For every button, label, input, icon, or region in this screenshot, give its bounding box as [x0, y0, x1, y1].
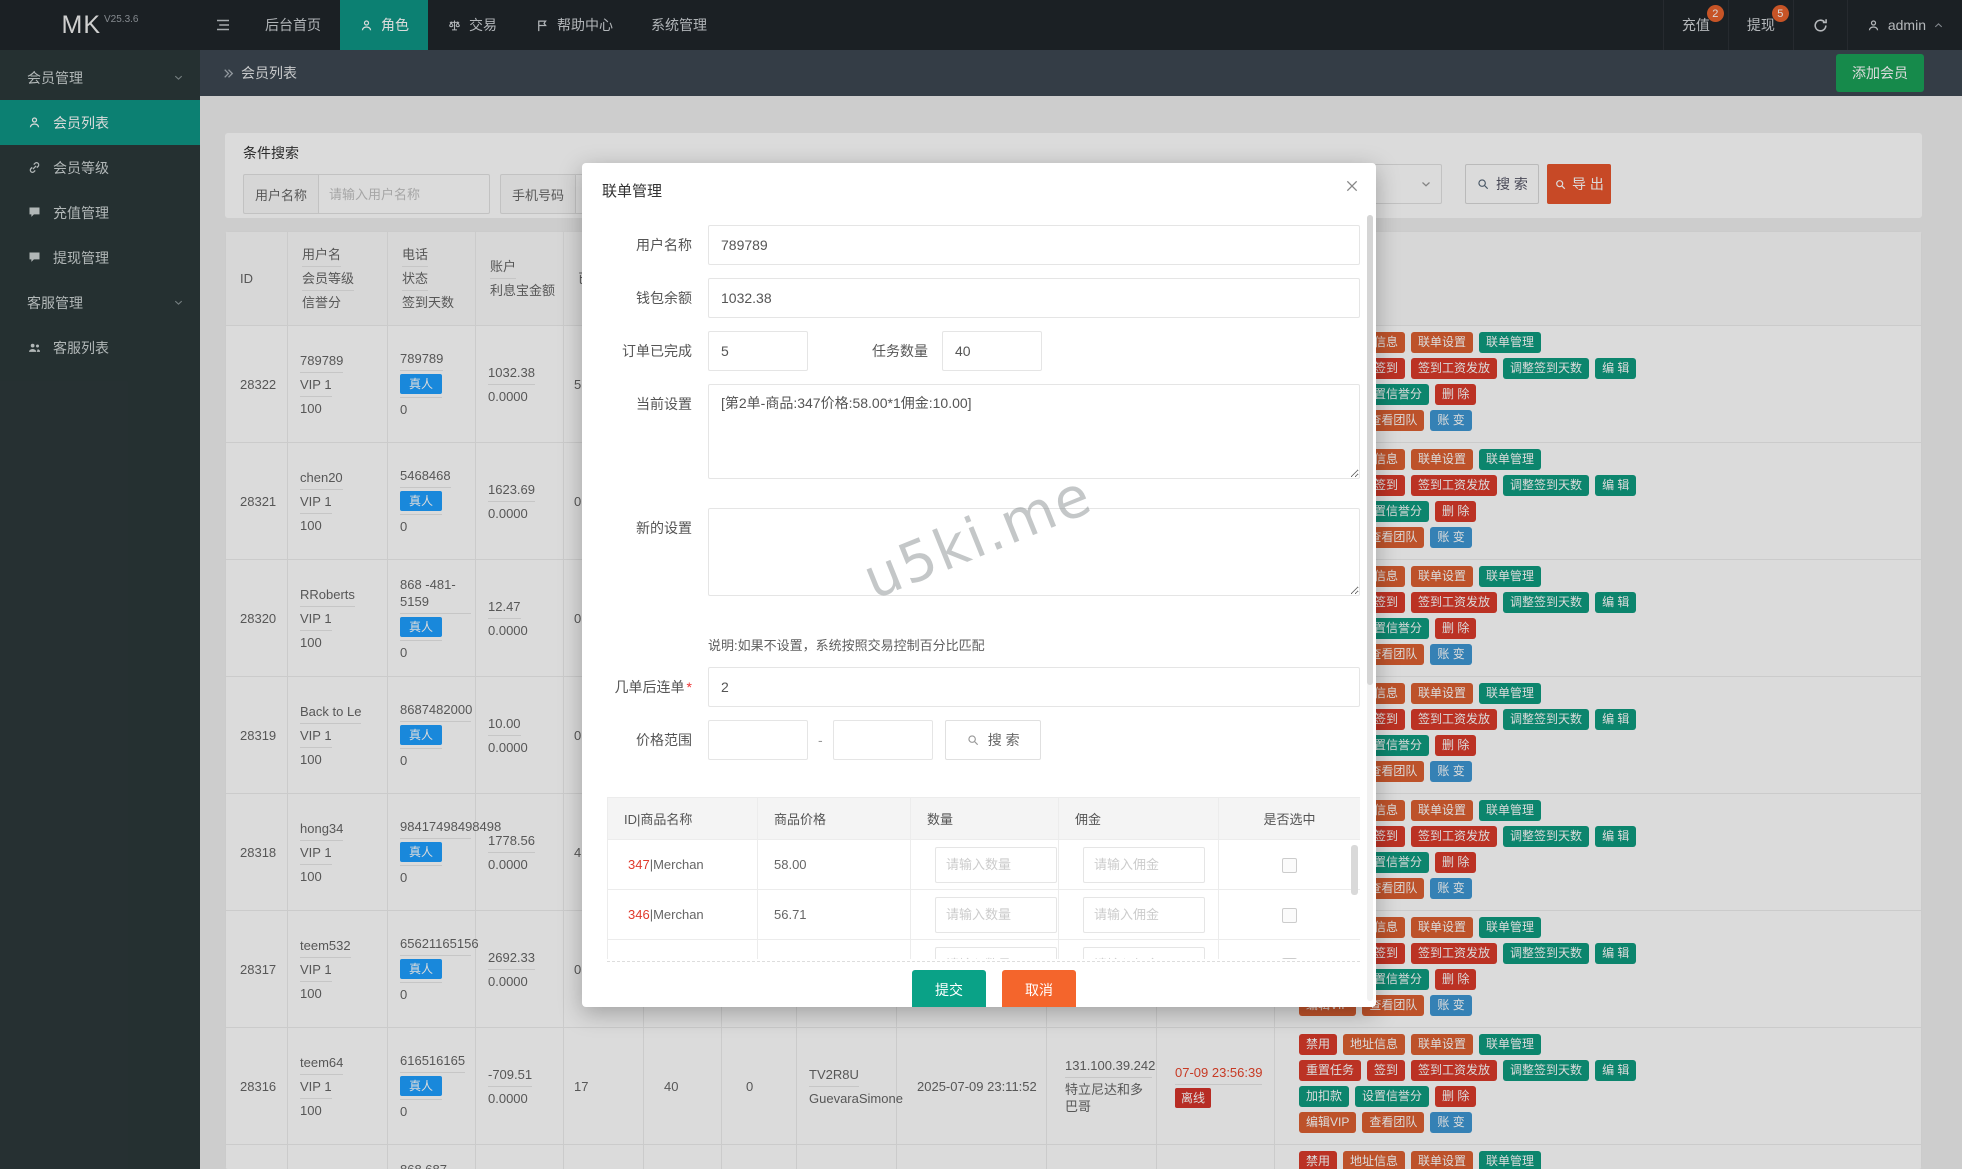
- product-price: 58.00: [757, 839, 911, 890]
- modal-username-field[interactable]: [708, 225, 1360, 265]
- modal-body: 用户名称 钱包余额 订单已完成 任务数量 当前设置 [第2单-商品:347价格:…: [582, 213, 1376, 1007]
- modal-scrollbar[interactable]: [1367, 215, 1373, 1001]
- product-table-wrap: ID|商品名称 商品价格 数量 佣金 是否选中 347|Merchan 58.00…: [607, 797, 1360, 959]
- new-setting-textarea[interactable]: [708, 508, 1360, 596]
- product-table: ID|商品名称 商品价格 数量 佣金 是否选中 347|Merchan 58.00…: [607, 797, 1360, 959]
- product-id-name: 347|Merchan: [607, 839, 758, 890]
- quantity-input[interactable]: [935, 846, 1057, 883]
- modal-orders-done-label: 订单已完成: [622, 343, 692, 359]
- product-id-name: 346|Merchan: [607, 889, 758, 940]
- modal-note-text: 说明:如果不设置，系统按照交易控制百分比匹配: [708, 638, 985, 653]
- modal-price-range-label: 价格范围: [636, 732, 692, 748]
- col-selected: 是否选中: [1218, 797, 1360, 840]
- linked-order-modal: 联单管理 用户名称 钱包余额 订单已完成 任务数量 当前设置 [第2单-商品:3…: [582, 163, 1376, 1007]
- product-id-name: [607, 939, 758, 959]
- col-product-price: 商品价格: [757, 797, 911, 840]
- modal-task-count-label: 任务数量: [872, 343, 928, 359]
- product-row: [607, 939, 1360, 959]
- modal-current-setting-label: 当前设置: [636, 396, 692, 412]
- modal-username-label: 用户名称: [636, 237, 692, 253]
- modal-chain-label: 几单后连单 *: [614, 679, 692, 695]
- col-commission: 佣金: [1058, 797, 1219, 840]
- cancel-button[interactable]: 取消: [1002, 970, 1076, 1007]
- modal-scrollbar-thumb[interactable]: [1367, 215, 1373, 685]
- price-min-field[interactable]: [708, 720, 808, 760]
- price-max-field[interactable]: [832, 720, 933, 760]
- modal-search-icon: [966, 733, 980, 747]
- chain-count-field[interactable]: [708, 667, 1360, 707]
- col-quantity: 数量: [910, 797, 1059, 840]
- quantity-input[interactable]: [935, 896, 1057, 933]
- product-price: [757, 939, 911, 959]
- product-row: 347|Merchan 58.00: [607, 839, 1360, 890]
- price-range-dash: -: [818, 732, 823, 748]
- required-asterisk: *: [686, 679, 692, 695]
- commission-input[interactable]: [1083, 896, 1205, 933]
- modal-wallet-field[interactable]: [708, 278, 1360, 318]
- commission-input[interactable]: [1083, 946, 1205, 959]
- modal-title: 联单管理: [602, 183, 663, 200]
- submit-button[interactable]: 提交: [912, 970, 986, 1007]
- product-selected-checkbox[interactable]: [1282, 857, 1297, 873]
- modal-search-label: 搜 索: [987, 732, 1020, 748]
- commission-input[interactable]: [1083, 846, 1205, 883]
- modal-search-button[interactable]: 搜 索: [944, 720, 1041, 760]
- product-selected-checkbox[interactable]: [1282, 957, 1297, 959]
- modal-footer: 提交 取消: [607, 961, 1360, 1007]
- modal-new-setting-label: 新的设置: [636, 520, 692, 536]
- close-icon[interactable]: [1344, 178, 1360, 194]
- product-row: 346|Merchan 56.71: [607, 889, 1360, 940]
- modal-orders-done-field[interactable]: [708, 331, 808, 371]
- current-setting-textarea[interactable]: [第2单-商品:347价格:58.00*1佣金:10.00]: [708, 384, 1360, 479]
- col-product-id-name: ID|商品名称: [607, 797, 758, 840]
- product-selected-checkbox[interactable]: [1282, 907, 1297, 923]
- quantity-input[interactable]: [935, 946, 1057, 959]
- modal-wallet-label: 钱包余额: [636, 290, 692, 306]
- product-price: 56.71: [757, 889, 911, 940]
- modal-task-count-field[interactable]: [942, 331, 1042, 371]
- product-table-scrollbar[interactable]: [1351, 845, 1358, 895]
